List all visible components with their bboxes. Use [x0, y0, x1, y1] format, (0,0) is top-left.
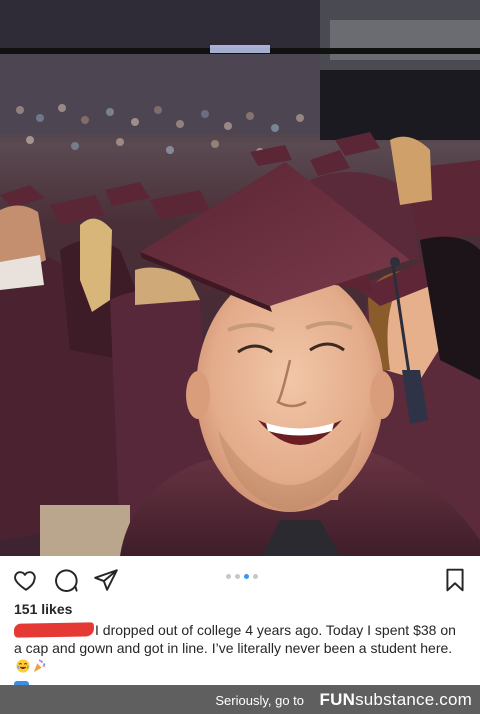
graduation-selfie-image	[0, 0, 480, 556]
post-action-bar	[0, 556, 480, 602]
brand-substance: substance	[355, 690, 435, 709]
bookmark-icon[interactable]	[442, 567, 468, 593]
paper-plane-icon[interactable]	[93, 567, 119, 593]
party-popper-icon	[33, 659, 46, 673]
brand-fun: FUN	[319, 690, 356, 709]
laughing-emoji-icon	[16, 659, 30, 673]
footer-message: Seriously, go to	[215, 693, 304, 708]
heart-outline-icon[interactable]	[13, 567, 39, 593]
carousel-dot	[235, 574, 240, 579]
carousel-dot	[226, 574, 231, 579]
watermark-footer: Seriously, go to FUNsubstance.com	[0, 685, 480, 714]
carousel-dot	[253, 574, 258, 579]
likes-count[interactable]: 151 likes	[14, 601, 72, 617]
carousel-dot-active	[244, 574, 249, 579]
post-photo[interactable]	[0, 0, 480, 556]
carousel-indicator	[226, 574, 258, 579]
brand-tld: .com	[434, 690, 472, 709]
comment-bubble-icon[interactable]	[53, 567, 79, 593]
footer-brand-logo[interactable]: FUNsubstance.com	[320, 690, 472, 710]
redacted-username	[13, 622, 95, 638]
